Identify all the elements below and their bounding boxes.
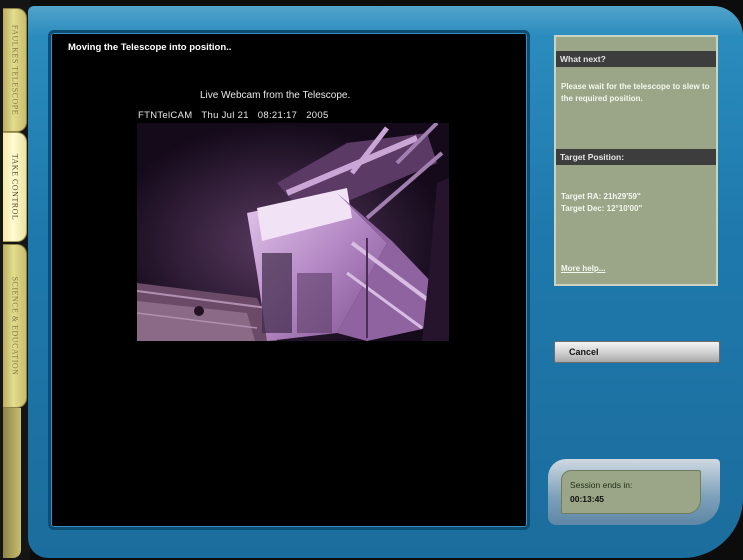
cancel-button[interactable]: Cancel	[554, 341, 720, 363]
webcam-time: 08:21:17	[257, 110, 298, 121]
target-coordinates: Target RA: 21h29'59" Target Dec: 12°10'0…	[561, 191, 642, 215]
telescope-photo	[137, 123, 449, 341]
camera-name: FTNTelCAM	[138, 110, 193, 121]
tab-faulkes-telescope[interactable]: FAULKES TELESCOPE	[3, 8, 27, 132]
webcam-title: Live Webcam from the Telescope.	[200, 90, 351, 101]
session-label: Session ends in:	[570, 480, 633, 490]
tab-label: FAULKES TELESCOPE	[10, 24, 19, 116]
webcam-year: 2005	[306, 110, 329, 121]
session-time-remaining: 00:13:45	[570, 494, 605, 504]
tab-strip-decoration	[3, 408, 21, 558]
tab-science-education[interactable]: SCIENCE & EDUCATION	[3, 244, 27, 408]
session-timer	[561, 470, 701, 514]
webcam-timestamp: FTNTelCAM Thu Jul 21 08:21:17 2005	[138, 110, 329, 121]
target-position-header: Target Position:	[556, 149, 716, 165]
what-next-text: Please wait for the telescope to slew to…	[561, 82, 710, 103]
more-help-link[interactable]: More help...	[561, 263, 605, 275]
webcam-date: Thu Jul 21	[201, 110, 249, 121]
tab-take-control[interactable]: TAKE CONTROL	[3, 132, 27, 242]
what-next-header: What next?	[556, 51, 716, 67]
section-tabs: FAULKES TELESCOPE TAKE CONTROL SCIENCE &…	[0, 0, 30, 560]
status-message: Moving the Telescope into position..	[68, 42, 232, 53]
target-dec: Target Dec: 12°10'00"	[561, 204, 643, 213]
webcam-image	[137, 123, 449, 341]
info-panel: What next? Please wait for the telescope…	[554, 35, 718, 286]
tab-label: TAKE CONTROL	[10, 153, 19, 221]
tab-label: SCIENCE & EDUCATION	[10, 276, 19, 376]
target-ra: Target RA: 21h29'59"	[561, 192, 641, 201]
